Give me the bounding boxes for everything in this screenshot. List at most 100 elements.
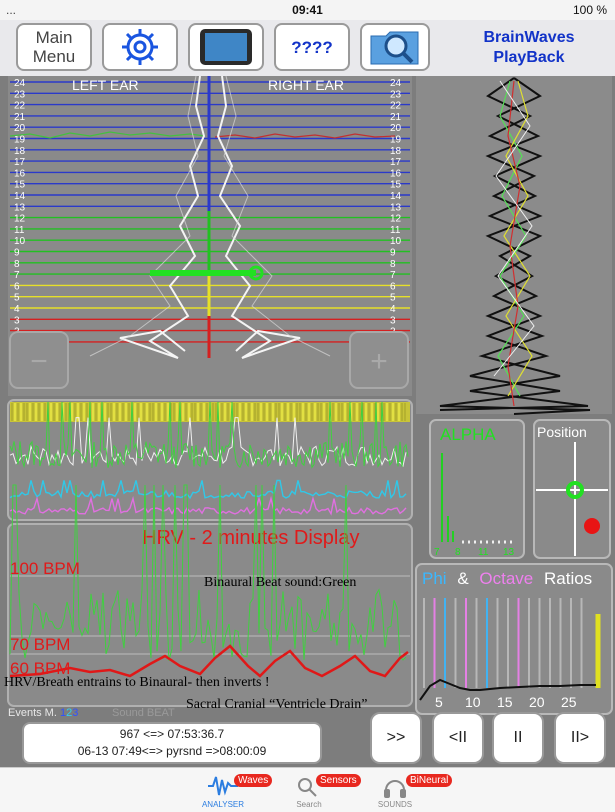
tab-sounds-label: SOUNDS (377, 800, 413, 809)
step-forward-button[interactable]: II> (554, 712, 606, 764)
info-line-1: 967 <=> 07:53:36.7 (119, 727, 225, 741)
plus-label: + (370, 345, 388, 378)
level-number: 4 (390, 304, 396, 315)
playback-info: 967 <=> 07:53:36.7 06-13 07:49<=> pyrsnd… (22, 722, 322, 764)
tab-bar: Waves ANALYSER Sensors Search BiNeural S… (0, 767, 615, 812)
magnifier-folder-icon (370, 31, 419, 65)
level-number: 10 (390, 236, 402, 247)
pause-button[interactable]: II (492, 712, 544, 764)
level-number: 17 (390, 157, 402, 168)
level-number: 8 (390, 259, 396, 270)
events-num-3[interactable]: 3 (72, 707, 78, 719)
fast-forward-button[interactable]: >> (370, 712, 422, 764)
help-button[interactable]: ???? (274, 23, 350, 71)
main-menu-button[interactable]: Main Menu (16, 23, 92, 71)
level-number: 9 (390, 248, 396, 259)
level-number: 3 (390, 315, 396, 326)
level-number: 14 (14, 191, 26, 202)
tablet-button[interactable] (188, 23, 264, 71)
level-number: 17 (14, 157, 26, 168)
level-number: 6 (14, 281, 20, 292)
level-number: 4 (14, 304, 20, 315)
hrv-label-100: 100 BPM (10, 559, 80, 578)
search-icon (298, 778, 317, 797)
ratios-title: Phi & Octave Ratios (422, 569, 592, 588)
bineural-badge: BiNeural (406, 774, 453, 787)
sound-beat-label: Sound BEAT (112, 707, 175, 719)
level-number: 5 (390, 293, 396, 304)
help-label: ???? (291, 37, 333, 57)
level-number: 13 (14, 202, 26, 213)
level-number: 14 (390, 191, 402, 202)
binaural-note: Binaural Beat sound:Green (204, 575, 356, 590)
ratio-tick-20: 20 (529, 694, 545, 710)
level-number: 23 (390, 89, 402, 100)
level-number: 12 (390, 214, 402, 225)
level-number: 20 (14, 123, 26, 134)
alpha-title: ALPHA (440, 425, 496, 444)
level-number: 3 (14, 315, 20, 326)
right-ear-label: RIGHT EAR (268, 77, 344, 93)
tablet-icon (200, 29, 252, 65)
level-number: 18 (14, 146, 26, 157)
level-number: 5 (14, 293, 20, 304)
hrv-label-70: 70 BPM (10, 635, 70, 654)
level-number: 21 (390, 112, 402, 123)
level-number: 8 (14, 259, 20, 270)
alpha-tick-11: 11 (478, 547, 489, 558)
ratio-tick-25: 25 (561, 694, 577, 710)
level-number: 22 (14, 101, 26, 112)
level-number: 20 (390, 123, 402, 134)
status-battery: 100 % (572, 3, 607, 17)
ratio-tick-10: 10 (465, 694, 481, 710)
status-bar: ... 09:41 100 % (0, 0, 615, 20)
level-number: 7 (390, 270, 396, 281)
tab-sounds[interactable]: BiNeural SOUNDS (340, 768, 453, 812)
entrain-note: HRV/Breath entrains to Binaural- then in… (4, 675, 270, 690)
search-files-button[interactable] (360, 23, 430, 71)
alpha-tick-8: 8 (455, 547, 461, 558)
level-number: 19 (14, 135, 26, 146)
app-title: BrainWaves PlayBack (483, 29, 575, 66)
ratio-tick-15: 15 (497, 694, 513, 710)
headphones-icon (384, 780, 406, 798)
ratios-label: Ratios (544, 569, 592, 588)
minus-label: − (30, 345, 48, 378)
alpha-tick-7: 7 (434, 547, 440, 558)
top-toolbar: Main Menu ???? BrainWaves PlayBack (0, 20, 615, 76)
left-ear-label: LEFT EAR (72, 77, 139, 93)
level-number: 22 (390, 101, 402, 112)
level-number: 15 (390, 180, 402, 191)
analyser-panels: 24 2423 2322 2221 2120 2019 1918 1817 1716 1615 15… (4, 76, 613, 719)
level-number: 24 (14, 78, 26, 89)
position-title: Position (537, 424, 587, 440)
step-back-button[interactable]: <II (432, 712, 484, 764)
sacral-note: Sacral Cranial “Ventricle Drain” (186, 697, 368, 712)
level-number: 16 (390, 168, 402, 179)
main-menu-label: Main Menu (32, 28, 76, 66)
level-number: 9 (14, 248, 20, 259)
level-number: 6 (390, 281, 396, 292)
phi-label: Phi (422, 569, 447, 588)
position-dot (584, 518, 600, 534)
alpha-tick-13: 13 (503, 547, 515, 558)
level-number: 23 (14, 89, 26, 100)
level-number: 11 (390, 225, 401, 236)
status-time: 09:41 (292, 3, 323, 17)
level-number: 11 (14, 225, 25, 236)
settings-button[interactable] (102, 23, 178, 71)
level-number: 12 (14, 214, 26, 225)
events-text: Events M. (8, 707, 60, 719)
level-number: 10 (14, 236, 26, 247)
level-number: 18 (390, 146, 402, 157)
amp-label: & (457, 569, 469, 588)
gear-icon (122, 29, 158, 65)
level-number: 24 (390, 78, 402, 89)
level-number: 7 (14, 270, 20, 281)
level-number: 16 (14, 168, 26, 179)
level-number: 15 (14, 180, 26, 191)
ratio-tick-5: 5 (435, 694, 443, 710)
events-label: Events M. 123 (8, 707, 78, 719)
level-number: 13 (390, 202, 402, 213)
info-line-2: 06-13 07:49<=> pyrsnd =>08:00:09 (77, 744, 267, 758)
